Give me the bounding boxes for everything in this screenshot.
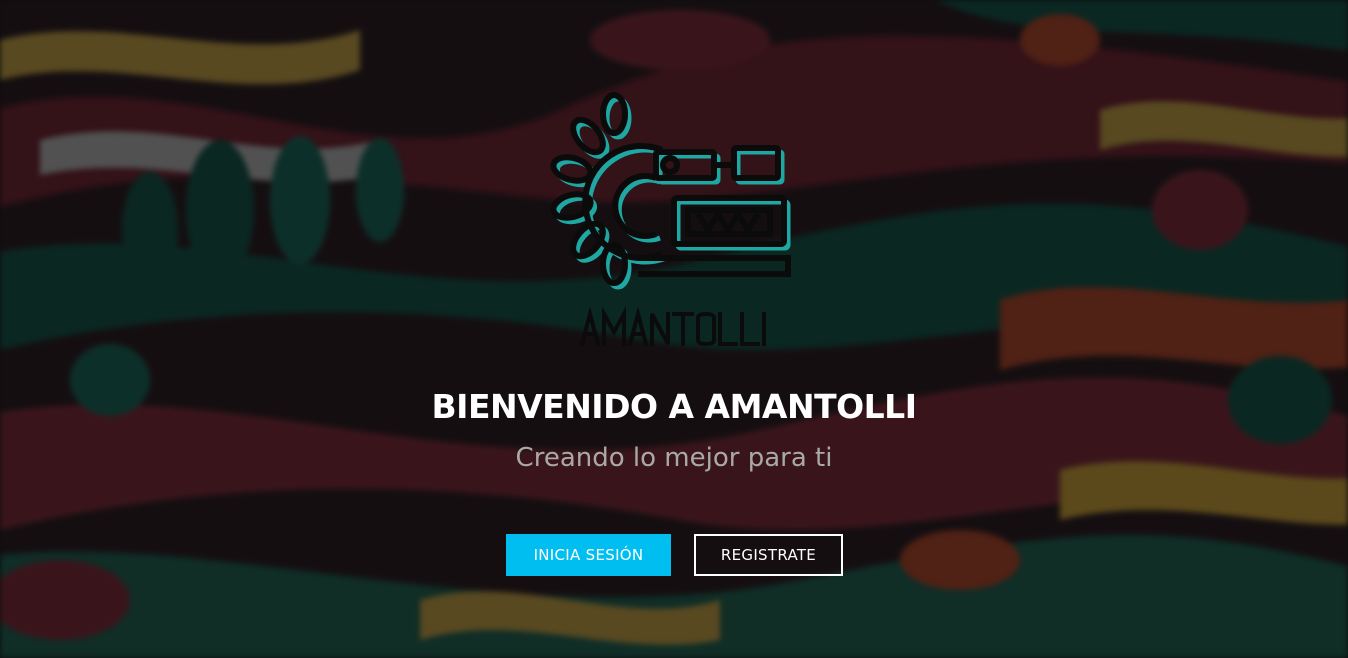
welcome-headline: BIENVENIDO A AMANTOLLI xyxy=(431,387,917,426)
hero-content: BIENVENIDO A AMANTOLLI Creando lo mejor … xyxy=(0,0,1348,658)
register-button[interactable]: REGISTRATE xyxy=(694,534,843,576)
login-button[interactable]: INICIA SESIÓN xyxy=(506,534,671,576)
hero-section: BIENVENIDO A AMANTOLLI Creando lo mejor … xyxy=(0,0,1348,658)
welcome-subtitle: Creando lo mejor para ti xyxy=(515,443,833,473)
amantolli-logo xyxy=(550,92,791,347)
